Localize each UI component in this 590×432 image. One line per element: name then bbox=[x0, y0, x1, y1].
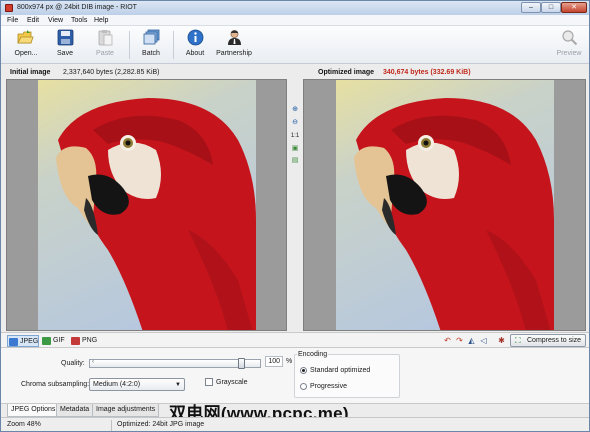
actual-size-button[interactable]: 1:1 bbox=[290, 132, 300, 141]
menu-help[interactable]: Help bbox=[94, 17, 108, 24]
chevron-down-icon: ▼ bbox=[175, 382, 181, 388]
status-message: Optimized: 24bit JPG image bbox=[117, 421, 205, 428]
gif-icon bbox=[42, 337, 51, 345]
close-button[interactable]: ✕ bbox=[561, 2, 587, 13]
window-title: 800x974 px @ 24bit DIB image - RIOT bbox=[17, 4, 137, 11]
menu-view[interactable]: View bbox=[48, 17, 63, 24]
menu-tools[interactable]: Tools bbox=[71, 17, 87, 24]
save-label: Save bbox=[57, 50, 73, 57]
open-folder-icon bbox=[17, 30, 34, 44]
menu-bar: File Edit View Tools Help bbox=[1, 15, 589, 26]
batch-stack-icon bbox=[143, 29, 160, 45]
progressive-radio[interactable] bbox=[300, 383, 307, 390]
chroma-subsampling-label: Chroma subsampling: bbox=[21, 381, 90, 388]
grayscale-label: Grayscale bbox=[216, 379, 248, 386]
zoom-in-icon[interactable]: ⊕ bbox=[290, 105, 300, 114]
batch-label: Batch bbox=[142, 50, 160, 57]
menu-file[interactable]: File bbox=[7, 17, 18, 24]
tab-image-adjustments[interactable]: Image adjustments bbox=[92, 404, 160, 417]
jpeg-icon bbox=[9, 338, 18, 346]
tab-png[interactable]: PNG bbox=[70, 335, 100, 347]
quality-slider[interactable]: ‹ bbox=[89, 358, 261, 369]
open-button[interactable]: Open... bbox=[9, 29, 43, 62]
initial-parrot-image bbox=[38, 80, 256, 330]
chroma-subsampling-select[interactable]: Medium (4:2:0) ▼ bbox=[89, 378, 185, 391]
toolbar-separator bbox=[129, 31, 130, 59]
status-bar: Zoom 48% Optimized: 24bit JPG image bbox=[1, 417, 589, 431]
open-label: Open... bbox=[14, 50, 38, 57]
encoding-group bbox=[294, 354, 400, 398]
person-icon bbox=[228, 30, 241, 45]
tab-gif[interactable]: GIF bbox=[41, 335, 68, 347]
initial-image-label: Initial image bbox=[10, 69, 51, 76]
quality-slider-thumb[interactable] bbox=[238, 358, 246, 369]
fit-to-window-icon[interactable]: ▣ bbox=[290, 144, 300, 153]
progressive-label: Progressive bbox=[310, 383, 347, 390]
optimized-image-label: Optimized image bbox=[318, 69, 375, 76]
flip-icon[interactable]: ◭ bbox=[467, 336, 476, 345]
paste-clipboard-icon bbox=[98, 30, 113, 46]
info-icon bbox=[187, 29, 204, 46]
status-divider bbox=[111, 420, 112, 431]
title-bar[interactable]: 800x974 px @ 24bit DIB image - RIOT – □ … bbox=[1, 1, 589, 15]
zoom-out-icon[interactable]: ⊖ bbox=[290, 118, 300, 127]
toolbar: Open... Save Paste Batch About Partnersh… bbox=[1, 26, 589, 64]
minimize-button[interactable]: – bbox=[521, 2, 541, 13]
preview-button[interactable]: Preview bbox=[554, 29, 584, 62]
initial-image-pane[interactable] bbox=[6, 79, 287, 331]
optimized-image-bytes: 340,674 bytes (332.69 KiB) bbox=[383, 69, 471, 76]
format-bar: JPEG GIF PNG ↶ ↷ ◭ ◁ ✱ ⛶ Compress to siz… bbox=[1, 332, 589, 348]
slider-left-arrow-icon: ‹ bbox=[92, 359, 94, 365]
redo-icon[interactable]: ↷ bbox=[455, 336, 464, 345]
quality-label: Quality: bbox=[61, 360, 85, 367]
maximize-button[interactable]: □ bbox=[541, 2, 561, 13]
tab-jpeg-options[interactable]: JPEG Options bbox=[7, 404, 60, 417]
undo-icon[interactable]: ↶ bbox=[443, 336, 452, 345]
batch-button[interactable]: Batch bbox=[136, 29, 166, 62]
menu-edit[interactable]: Edit bbox=[27, 17, 39, 24]
standard-optimized-radio[interactable] bbox=[300, 367, 307, 374]
image-headers: Initial image 2,337,640 bytes (2,282.85 … bbox=[1, 65, 589, 79]
floppy-disk-icon bbox=[57, 29, 74, 46]
magnifier-icon bbox=[562, 30, 578, 46]
app-window: 800x974 px @ 24bit DIB image - RIOT – □ … bbox=[0, 0, 590, 432]
partnership-label: Partnership bbox=[216, 50, 252, 57]
preview-label: Preview bbox=[556, 50, 582, 57]
optimized-image-pane[interactable] bbox=[303, 79, 586, 331]
tab-gif-label: GIF bbox=[53, 337, 65, 344]
paste-button[interactable]: Paste bbox=[90, 29, 120, 62]
save-button[interactable]: Save bbox=[51, 29, 79, 62]
zoom-toolbar: ⊕ ⊖ 1:1 ▣ ▤ bbox=[287, 79, 303, 331]
encoding-title: Encoding bbox=[297, 351, 329, 358]
grayscale-checkbox[interactable] bbox=[205, 378, 213, 386]
rotate-icon[interactable]: ◁ bbox=[479, 336, 488, 345]
compress-to-size-label: Compress to size bbox=[527, 337, 582, 344]
compare-view-icon[interactable]: ▤ bbox=[290, 156, 300, 165]
riot-app-icon bbox=[5, 4, 13, 12]
tab-metadata[interactable]: Metadata bbox=[56, 404, 94, 417]
partnership-button[interactable]: Partnership bbox=[213, 29, 255, 62]
tab-jpeg[interactable]: JPEG bbox=[7, 335, 39, 347]
toolbar-separator bbox=[173, 31, 174, 59]
crop-tool-icon[interactable]: ✱ bbox=[497, 336, 506, 345]
quality-percent-unit: % bbox=[286, 358, 293, 365]
chroma-subsampling-value: Medium (4:2:0) bbox=[93, 381, 141, 388]
compress-icon: ⛶ bbox=[515, 336, 521, 345]
optimized-parrot-image bbox=[336, 80, 554, 330]
standard-optimized-label: Standard optimized bbox=[310, 367, 371, 374]
about-label: About bbox=[185, 50, 205, 57]
compress-to-size-button[interactable]: ⛶ Compress to size bbox=[510, 334, 586, 347]
status-zoom: Zoom 48% bbox=[7, 421, 41, 428]
paste-label: Paste bbox=[96, 50, 114, 57]
about-button[interactable]: About bbox=[180, 29, 210, 62]
initial-image-bytes: 2,337,640 bytes (2,282.85 KiB) bbox=[63, 69, 160, 76]
png-icon bbox=[71, 337, 80, 345]
tab-png-label: PNG bbox=[82, 337, 98, 344]
tab-jpeg-label: JPEG bbox=[20, 338, 39, 345]
quality-value-field[interactable]: 100 bbox=[265, 356, 283, 367]
